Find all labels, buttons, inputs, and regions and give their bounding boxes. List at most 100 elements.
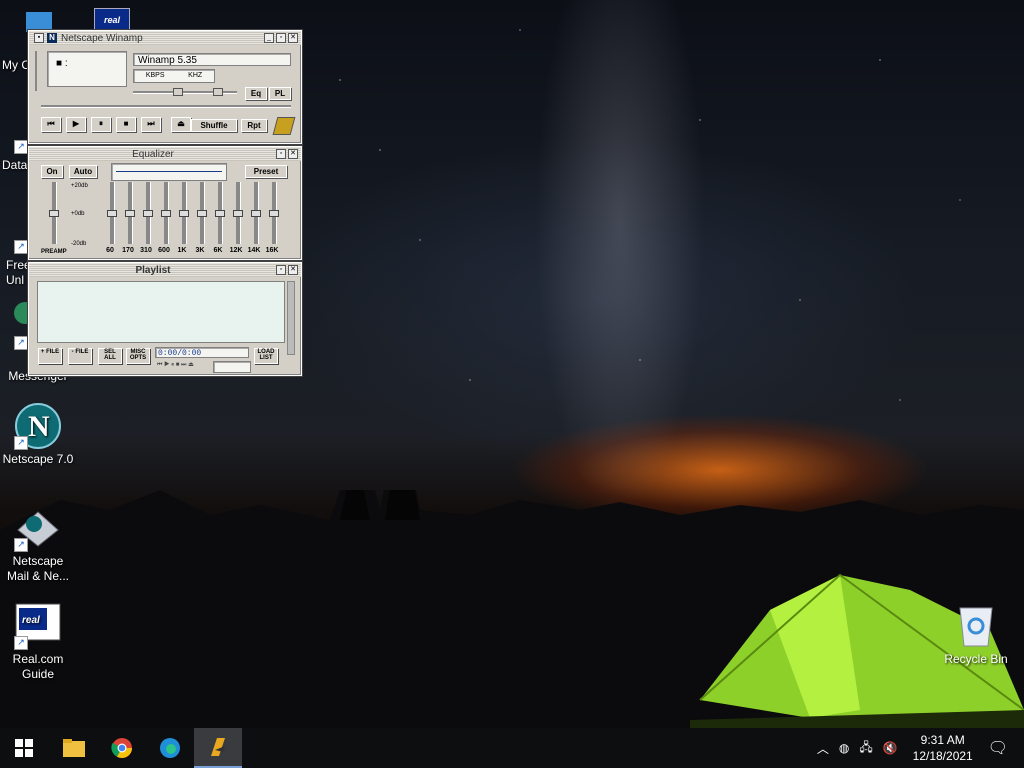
remove-file-button[interactable]: - FILE [68,348,92,364]
time-display: ■ : [47,51,127,87]
eq-band-slider[interactable] [233,182,243,244]
db-bottom-label: -20db [71,241,87,247]
eq-band-label: 170 [122,247,134,254]
eq-band-knob[interactable] [143,210,153,217]
shuffle-button[interactable]: Shuffle [191,119,237,132]
eq-band-label: 310 [140,247,152,254]
pause-icon[interactable]: ⏸ [91,117,111,132]
load-list-button[interactable]: LOAD LIST [254,348,278,364]
shade-icon[interactable]: ▫ [276,149,286,159]
previous-icon[interactable]: ⏮ [41,117,61,132]
eq-band-slider[interactable] [107,182,117,244]
desktop-icon-label: Real.com Guide [12,652,64,681]
db-top-label: +20db [71,183,88,189]
shade-icon[interactable]: ▫ [276,33,286,43]
preamp-knob[interactable] [49,210,59,217]
chrome-button[interactable] [98,728,146,768]
playlist-area[interactable] [37,281,285,343]
menu-icon[interactable]: ▪ [34,33,44,43]
balance-slider[interactable] [197,88,237,96]
eq-toggle-button[interactable]: Eq [245,87,267,100]
desktop-icon-label: Netscape 7.0 [2,452,74,466]
eq-band-knob[interactable] [251,210,261,217]
real-guide-icon: real ↗ [14,602,62,650]
desktop-icon-real-guide[interactable]: real ↗ Real.com Guide [0,602,76,682]
start-button[interactable] [0,728,48,768]
preamp-slider[interactable] [49,182,59,244]
close-icon[interactable]: ✕ [288,265,298,275]
eq-band-knob[interactable] [179,210,189,217]
eq-band-knob[interactable] [197,210,207,217]
repeat-button[interactable]: Rpt [241,119,267,132]
eq-band-slider[interactable] [269,182,279,244]
eq-band-slider[interactable] [251,182,261,244]
eq-band-label: 1K [177,247,187,254]
close-icon[interactable]: ✕ [288,149,298,159]
winamp-titlebar[interactable]: ▪ N Netscape Winamp _ ▫ ✕ [29,31,301,45]
shortcut-arrow-icon: ↗ [14,336,28,350]
edge-button[interactable] [146,728,194,768]
eq-band-knob[interactable] [233,210,243,217]
khz-label: KHZ [188,72,203,79]
winamp-taskbar-button[interactable] [194,728,242,768]
real-tile-label: real [103,15,120,25]
equalizer-title: Equalizer [132,148,174,160]
desktop-icon-netscape-mail[interactable]: ↗ Netscape Mail & Ne... [0,504,76,584]
mini-transport-icon[interactable]: ⏮ ▶ ⏸ ■ ⏭ ⏏ [157,361,194,369]
play-icon[interactable]: ▶ [66,117,86,132]
eq-band-slider[interactable] [215,182,225,244]
shade-icon[interactable]: ▫ [276,265,286,275]
volume-knob[interactable] [173,88,183,96]
eq-band-slider[interactable] [143,182,153,244]
eq-band-slider[interactable] [197,182,207,244]
eq-band-knob[interactable] [161,210,171,217]
desktop-icon-label: Free Unl [6,258,31,287]
shortcut-arrow-icon: ↗ [14,436,28,450]
eq-on-button[interactable]: On [41,165,63,178]
balance-knob[interactable] [213,88,223,96]
notification-icon[interactable]: 🗨 [988,738,1008,758]
winamp-main-window[interactable]: ▪ N Netscape Winamp _ ▫ ✕ ■ : Winamp 5.3… [28,30,302,144]
eq-band-knob[interactable] [215,210,225,217]
playlist-scrollbar[interactable] [287,281,295,355]
clock[interactable]: 9:31 AM 12/18/2021 [910,732,976,764]
eq-band-slider[interactable] [179,182,189,244]
chevron-up-icon[interactable]: ︿ [817,740,829,757]
add-file-button[interactable]: + FILE [38,348,62,364]
system-tray: ︿ ◍ 🖧 🔇 9:31 AM 12/18/2021 🗨 [817,728,1024,768]
chrome-icon [111,738,132,758]
shortcut-arrow-icon: ↗ [14,140,28,154]
equalizer-titlebar[interactable]: Equalizer ▫ ✕ [29,147,301,161]
seek-bar[interactable] [41,105,291,108]
clock-date: 12/18/2021 [912,749,973,763]
eq-band-slider[interactable] [125,182,135,244]
minimize-icon[interactable]: _ [264,33,274,43]
eq-auto-button[interactable]: Auto [69,165,97,178]
volume-muted-icon[interactable]: 🔇 [883,741,898,755]
close-icon[interactable]: ✕ [288,33,298,43]
desktop-icon-netscape[interactable]: N ↗ Netscape 7.0 [0,402,76,467]
playlist-titlebar[interactable]: Playlist ▫ ✕ [29,263,301,277]
eq-preset-button[interactable]: Preset [245,165,287,178]
desktop-icon-recycle-bin[interactable]: Recycle Bin [936,602,1016,667]
playlist-title: Playlist [135,264,171,276]
eq-band-knob[interactable] [125,210,135,217]
pl-toggle-button[interactable]: PL [269,87,291,100]
song-title: Winamp 5.35 [133,53,291,66]
desktop-icon-label: Recycle Bin [944,652,1008,666]
select-all-button[interactable]: SEL ALL [98,348,122,364]
winamp-logo-icon[interactable] [272,117,296,135]
winamp-icon [211,738,225,756]
network-icon[interactable]: 🖧 [859,738,872,759]
network-globe-icon[interactable]: ◍ [839,741,849,755]
stop-icon[interactable]: ■ [116,117,136,132]
playlist-position-field [213,361,251,373]
side-buttons[interactable] [35,51,45,91]
eject-icon[interactable]: ⏏ [171,117,191,132]
file-explorer-button[interactable] [50,728,98,768]
eq-band-knob[interactable] [107,210,117,217]
eq-band-slider[interactable] [161,182,171,244]
misc-opts-button[interactable]: MISC OPTS [126,348,150,364]
next-icon[interactable]: ⏭ [141,117,161,132]
eq-band-knob[interactable] [269,210,279,217]
